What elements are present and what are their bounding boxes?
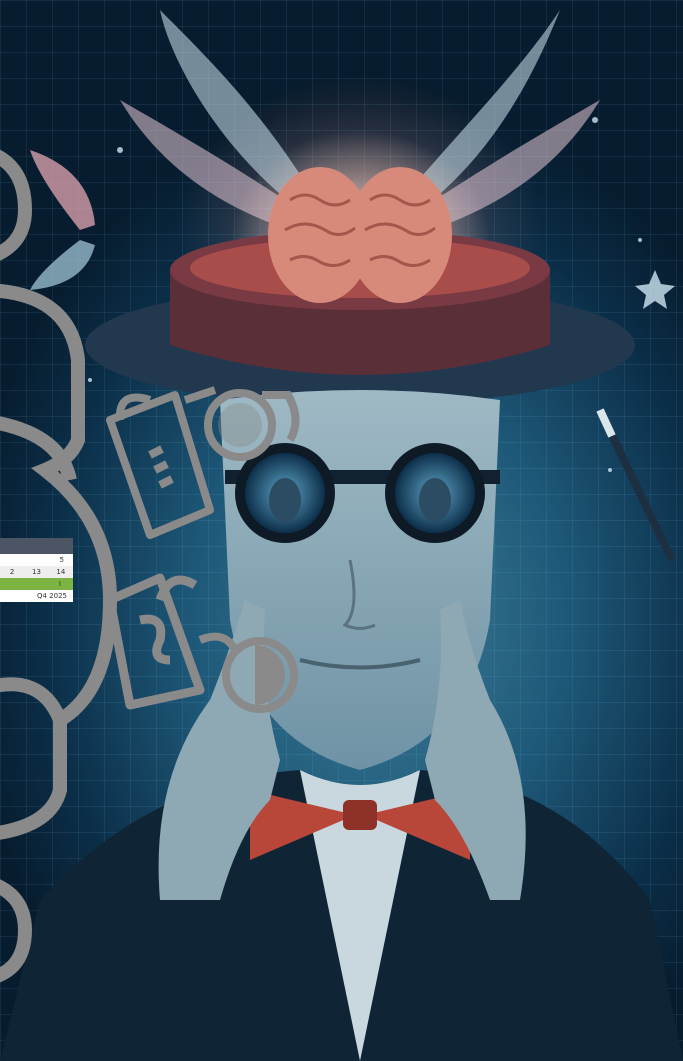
timeline-table: 5 2 13 14 I Q4 2025	[0, 538, 73, 602]
money-bag-icon	[106, 391, 214, 539]
butterfly	[30, 150, 95, 290]
timeline-week-cell: 13	[32, 568, 41, 576]
timeline-quarter-label: Q4 2025	[36, 592, 67, 600]
timeline-bar-label: I	[58, 580, 61, 588]
timeline-year-label: 5	[59, 556, 64, 564]
timeline-header	[0, 538, 73, 554]
timeline-task-bar: I	[0, 578, 73, 590]
dollar-bill-icon	[105, 573, 205, 710]
timeline-week-cell: 2	[9, 568, 15, 576]
timeline-year-cell: 5	[0, 554, 73, 566]
timeline-week-cell: 14	[56, 568, 66, 576]
timeline-week-row: 2 13 14	[0, 566, 73, 578]
illustration-art	[0, 10, 683, 1061]
timeline-quarter-cell: Q4 2025	[0, 590, 73, 602]
background-illustration: 5 2 13 14 I Q4 2025	[0, 0, 683, 1061]
